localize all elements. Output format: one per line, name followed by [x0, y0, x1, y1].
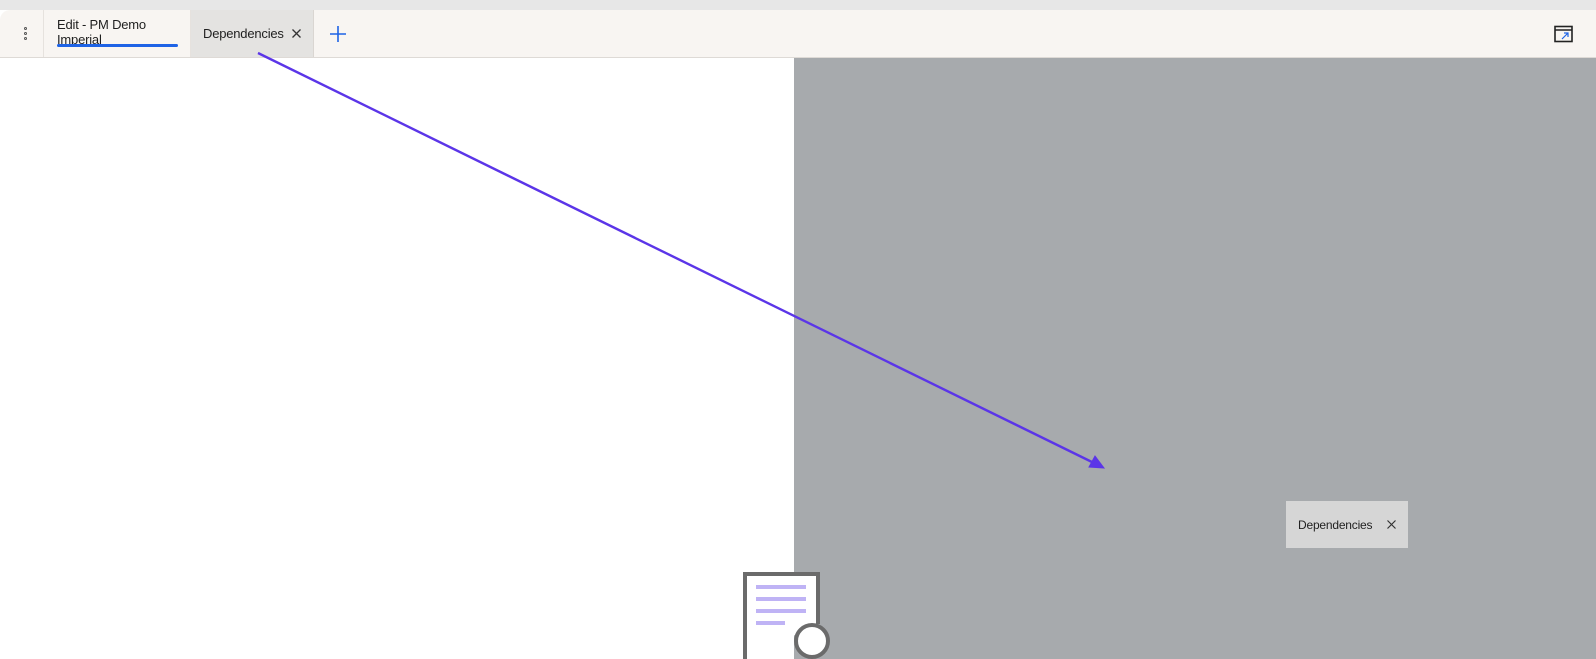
dragged-tab-label: Dependencies — [1298, 517, 1373, 532]
close-icon[interactable] — [1386, 519, 1397, 530]
kebab-menu-icon[interactable] — [8, 10, 44, 57]
tab-dependencies[interactable]: Dependencies — [191, 10, 314, 57]
tab-edit-pm-demo-imperial[interactable]: Edit - PM Demo Imperial — [45, 10, 191, 57]
app-window: Edit - PM Demo Imperial Dependencies Dep… — [0, 0, 1596, 659]
dragged-tab-dependencies[interactable]: Dependencies — [1286, 501, 1408, 548]
tab-label: Edit - PM Demo Imperial — [57, 16, 146, 47]
drop-zone-overlay — [794, 58, 1596, 659]
kebab-dot — [24, 37, 27, 40]
tab-label: Dependencies — [203, 26, 284, 41]
kebab-dot — [24, 32, 27, 35]
close-icon[interactable] — [290, 27, 303, 40]
document-search-icon — [743, 572, 830, 659]
active-tab-indicator — [57, 44, 178, 47]
window-icon[interactable] — [1553, 24, 1573, 44]
tab-bar: Edit - PM Demo Imperial Dependencies — [0, 10, 1596, 58]
kebab-dot — [24, 27, 27, 30]
add-tab-plus-icon[interactable] — [326, 22, 350, 46]
window-top-strip — [0, 0, 1596, 10]
